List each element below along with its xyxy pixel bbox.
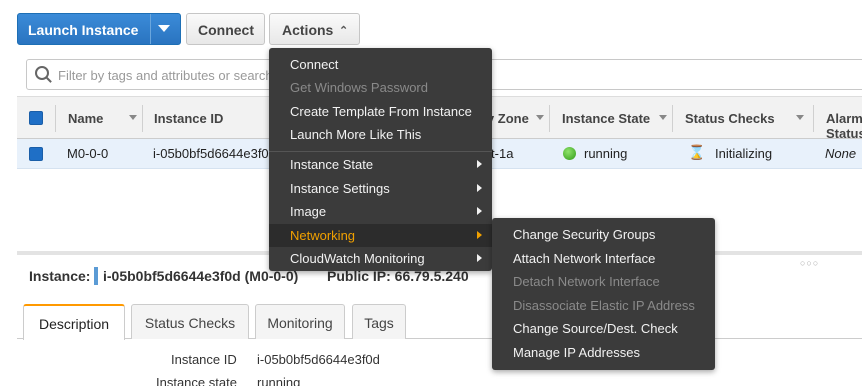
cell-alarm-status: None bbox=[825, 146, 857, 161]
split-divider bbox=[150, 14, 151, 44]
submenu-item-disassociate-elastic-ip: Disassociate Elastic IP Address bbox=[492, 294, 715, 317]
chevron-right-icon bbox=[477, 254, 482, 262]
menu-item-label: Change Security Groups bbox=[513, 227, 656, 242]
menu-item-label: Manage IP Addresses bbox=[513, 345, 640, 360]
tab-status-checks-label: Status Checks bbox=[144, 315, 236, 331]
menu-item-label: Connect bbox=[290, 57, 339, 72]
column-divider bbox=[142, 105, 143, 132]
tab-monitoring[interactable]: Monitoring bbox=[255, 304, 345, 339]
column-divider bbox=[55, 105, 56, 132]
field-label: Instance state bbox=[156, 375, 237, 386]
tab-description-label: Description bbox=[38, 316, 110, 332]
menu-item-create-template[interactable]: Create Template From Instance bbox=[269, 100, 492, 123]
submenu-item-change-source-dest-check[interactable]: Change Source/Dest. Check bbox=[492, 317, 715, 340]
cell-name: M0-0-0 bbox=[67, 146, 109, 161]
submenu-item-detach-network-interface: Detach Network Interface bbox=[492, 270, 715, 293]
row-checkbox[interactable] bbox=[29, 147, 43, 161]
column-header-instance-state[interactable]: Instance State bbox=[562, 111, 650, 126]
chevron-right-icon bbox=[477, 160, 482, 168]
instance-value: i-05b0bf5d6644e3f0d (M0-0-0) bbox=[103, 268, 299, 284]
menu-item-label: Change Source/Dest. Check bbox=[513, 321, 678, 336]
ec2-console: Launch Instance Connect Actions ⌃ Filter… bbox=[0, 0, 862, 386]
field-label: Instance ID bbox=[171, 352, 237, 367]
actions-menu: Connect Get Windows Password Create Temp… bbox=[269, 48, 492, 271]
instance-label: Instance: bbox=[29, 268, 91, 284]
sort-icon[interactable] bbox=[659, 115, 667, 120]
menu-item-label: Launch More Like This bbox=[290, 127, 422, 142]
column-divider bbox=[813, 105, 814, 132]
cell-instance-state: running bbox=[584, 146, 628, 161]
hourglass-icon: ⌛ bbox=[688, 144, 706, 160]
menu-item-launch-more[interactable]: Launch More Like This bbox=[269, 123, 492, 146]
column-header-alarm-status[interactable]: Alarm Status bbox=[826, 111, 862, 141]
menu-item-connect[interactable]: Connect bbox=[269, 53, 492, 76]
menu-item-label: Instance State bbox=[290, 157, 374, 172]
instance-color-marker bbox=[94, 267, 98, 285]
chevron-up-icon: ⌃ bbox=[339, 25, 349, 37]
menu-item-instance-state[interactable]: Instance State bbox=[269, 153, 492, 176]
column-divider bbox=[672, 105, 673, 132]
toolbar: Launch Instance Connect Actions ⌃ bbox=[0, 0, 862, 52]
launch-instance-button[interactable]: Launch Instance bbox=[17, 13, 181, 45]
chevron-right-icon bbox=[477, 231, 482, 239]
cell-status-checks: Initializing bbox=[715, 146, 773, 161]
networking-submenu: Change Security Groups Attach Network In… bbox=[492, 218, 715, 370]
sort-icon[interactable] bbox=[536, 115, 544, 120]
column-header-instance-id[interactable]: Instance ID bbox=[154, 111, 223, 126]
menu-item-networking[interactable]: Networking bbox=[269, 224, 492, 247]
cell-instance-id: i-05b0bf5d6644e3f0d bbox=[153, 146, 276, 161]
menu-divider bbox=[269, 151, 492, 152]
submenu-item-change-security-groups[interactable]: Change Security Groups bbox=[492, 223, 715, 246]
submenu-item-attach-network-interface[interactable]: Attach Network Interface bbox=[492, 247, 715, 270]
search-icon-handle bbox=[46, 77, 52, 83]
field-value: i-05b0bf5d6644e3f0d bbox=[257, 352, 380, 367]
menu-item-label: Image bbox=[290, 204, 327, 219]
menu-item-label: Get Windows Password bbox=[290, 80, 428, 95]
menu-item-instance-settings[interactable]: Instance Settings bbox=[269, 177, 492, 200]
details-tabs: Description Status Checks Monitoring Tag… bbox=[17, 304, 862, 340]
running-status-icon bbox=[563, 147, 576, 160]
column-divider bbox=[549, 105, 550, 132]
field-value: running bbox=[257, 375, 301, 386]
menu-item-label: Disassociate Elastic IP Address bbox=[513, 298, 695, 313]
menu-item-label: Create Template From Instance bbox=[290, 104, 472, 119]
chevron-down-icon[interactable] bbox=[158, 25, 170, 32]
menu-item-label: Instance Settings bbox=[290, 181, 390, 196]
sort-icon[interactable] bbox=[796, 115, 804, 120]
tab-status-checks[interactable]: Status Checks bbox=[131, 304, 249, 339]
tab-tags[interactable]: Tags bbox=[352, 304, 406, 339]
menu-item-label: CloudWatch Monitoring bbox=[290, 251, 425, 266]
actions-button[interactable]: Actions ⌃ bbox=[269, 13, 360, 45]
tab-monitoring-label: Monitoring bbox=[267, 315, 333, 331]
chevron-right-icon bbox=[477, 207, 482, 215]
menu-item-label: Attach Network Interface bbox=[513, 251, 656, 266]
menu-item-label: Networking bbox=[290, 228, 356, 243]
menu-item-cloudwatch-monitoring[interactable]: CloudWatch Monitoring bbox=[269, 247, 492, 270]
menu-item-label: Detach Network Interface bbox=[513, 274, 660, 289]
sort-icon[interactable] bbox=[129, 115, 137, 120]
splitter-grip-icon[interactable]: ○○○ bbox=[800, 258, 819, 268]
select-all-checkbox[interactable] bbox=[29, 111, 43, 125]
tab-tags-label: Tags bbox=[364, 315, 394, 331]
chevron-right-icon bbox=[477, 184, 482, 192]
launch-instance-label: Launch Instance bbox=[28, 22, 139, 38]
menu-item-image[interactable]: Image bbox=[269, 200, 492, 223]
submenu-item-manage-ip-addresses[interactable]: Manage IP Addresses bbox=[492, 341, 715, 364]
tab-description[interactable]: Description bbox=[23, 304, 125, 340]
column-header-status-checks[interactable]: Status Checks bbox=[685, 111, 775, 126]
column-header-name[interactable]: Name bbox=[68, 111, 103, 126]
actions-label: Actions bbox=[282, 22, 334, 38]
menu-item-get-windows-password: Get Windows Password bbox=[269, 76, 492, 99]
connect-button[interactable]: Connect bbox=[186, 13, 265, 45]
connect-label: Connect bbox=[198, 22, 254, 38]
